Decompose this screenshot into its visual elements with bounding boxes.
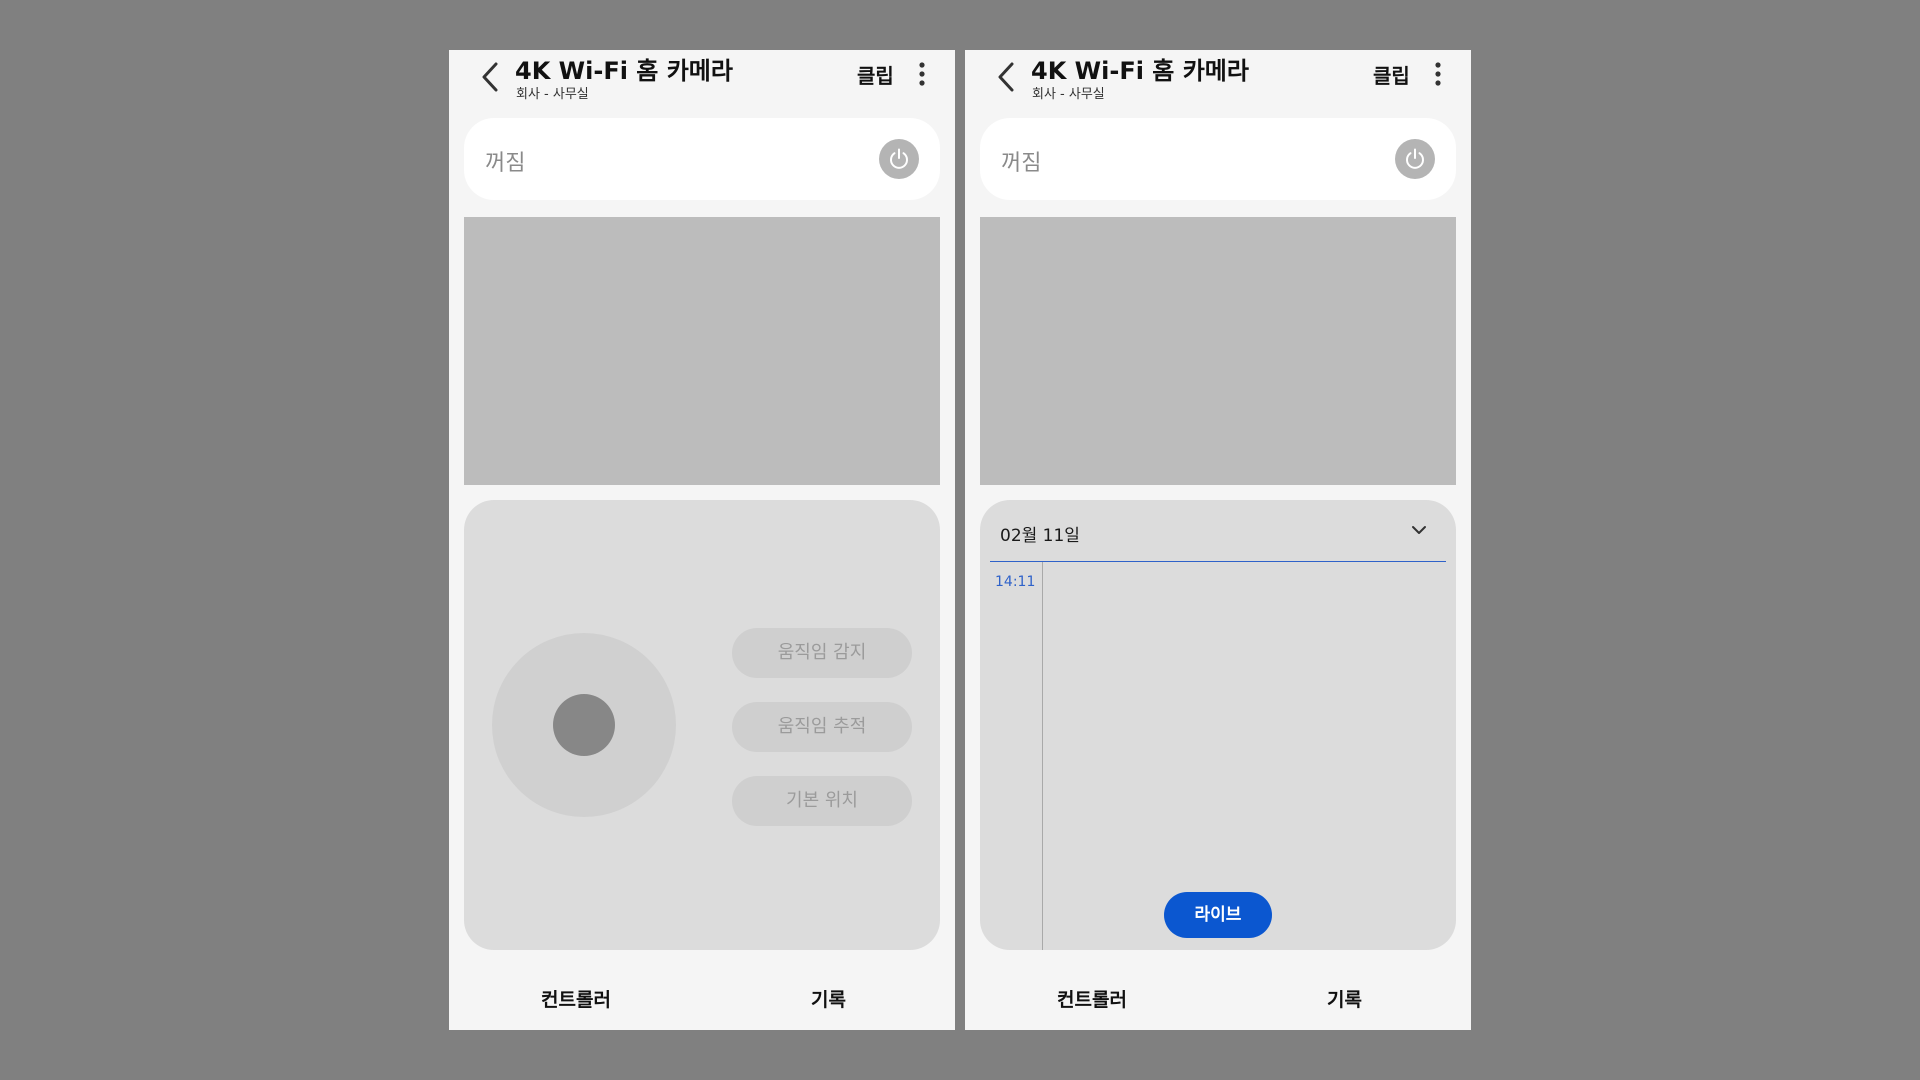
more-vertical-icon[interactable] <box>915 60 929 90</box>
clip-button[interactable]: 클립 <box>857 60 894 89</box>
chevron-left-icon[interactable] <box>477 60 503 94</box>
tab-history[interactable]: 기록 <box>811 985 846 1012</box>
phone-screen-controller: 4K Wi-Fi 홈 카메라 회사 - 사무실 클립 꺼짐 움직임 감지 움직임… <box>449 50 955 1030</box>
location-subtitle: 회사 - 사무실 <box>1032 87 1105 102</box>
app-header: 4K Wi-Fi 홈 카메라 회사 - 사무실 클립 <box>449 50 955 110</box>
page-title: 4K Wi-Fi 홈 카메라 <box>1031 57 1249 85</box>
home-position-button[interactable]: 기본 위치 <box>732 776 912 826</box>
more-vertical-icon[interactable] <box>1431 60 1445 90</box>
selected-date: 02월 11일 <box>1000 526 1080 546</box>
current-time-line <box>990 561 1446 562</box>
timeline-axis <box>1042 562 1043 950</box>
date-selector[interactable]: 02월 11일 <box>980 500 1456 560</box>
tab-controller[interactable]: 컨트롤러 <box>541 985 611 1012</box>
tab-controller[interactable]: 컨트롤러 <box>1057 985 1127 1012</box>
ptz-joystick[interactable] <box>492 633 676 817</box>
joystick-handle[interactable] <box>553 694 615 756</box>
history-panel: 02월 11일 14:11 라이브 <box>980 500 1456 950</box>
motion-detection-button[interactable]: 움직임 감지 <box>732 628 912 678</box>
power-icon <box>1406 148 1424 169</box>
power-button[interactable] <box>1395 139 1435 179</box>
time-label: 14:11 <box>995 574 1036 590</box>
chevron-down-icon <box>1412 526 1426 534</box>
power-button[interactable] <box>879 139 919 179</box>
motion-tracking-button[interactable]: 움직임 추적 <box>732 702 912 752</box>
controller-panel: 움직임 감지 움직임 추적 기본 위치 <box>464 500 940 950</box>
camera-video-view[interactable] <box>980 217 1456 485</box>
tab-history[interactable]: 기록 <box>1327 985 1362 1012</box>
phone-screen-history: 4K Wi-Fi 홈 카메라 회사 - 사무실 클립 꺼짐 02월 11일 14… <box>965 50 1471 1030</box>
app-header: 4K Wi-Fi 홈 카메라 회사 - 사무실 클립 <box>965 50 1471 110</box>
power-icon <box>890 148 908 169</box>
power-card: 꺼짐 <box>980 118 1456 200</box>
chevron-left-icon[interactable] <box>993 60 1019 94</box>
location-subtitle: 회사 - 사무실 <box>516 87 589 102</box>
clip-button[interactable]: 클립 <box>1373 60 1410 89</box>
live-button[interactable]: 라이브 <box>1164 892 1272 938</box>
power-status-text: 꺼짐 <box>485 151 526 176</box>
camera-video-view[interactable] <box>464 217 940 485</box>
page-title: 4K Wi-Fi 홈 카메라 <box>515 57 733 85</box>
power-card: 꺼짐 <box>464 118 940 200</box>
power-status-text: 꺼짐 <box>1001 151 1042 176</box>
